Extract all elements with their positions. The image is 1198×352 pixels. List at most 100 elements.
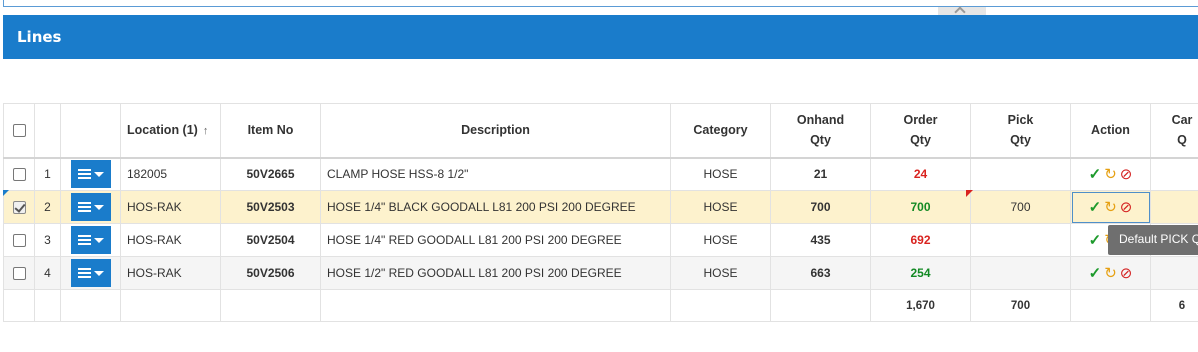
row-number-header bbox=[34, 103, 61, 159]
row-menu-button[interactable] bbox=[70, 226, 111, 254]
location-cell: 182005 bbox=[120, 157, 221, 191]
onhand-qty-cell: 21 bbox=[770, 157, 871, 191]
column-header-order-qty[interactable]: Order Qty bbox=[870, 103, 971, 159]
table-row[interactable]: 3 HOS-RAK 50V2504 HOSE 1/4" RED GOODALL … bbox=[3, 223, 1198, 257]
partial-cell bbox=[1150, 256, 1198, 290]
cancel-icon[interactable]: ⊘ bbox=[1120, 165, 1133, 183]
category-cell: HOSE bbox=[670, 190, 771, 224]
pick-qty-cell[interactable]: 700 bbox=[970, 190, 1071, 224]
row-menu-cell[interactable] bbox=[60, 190, 121, 224]
row-checkbox[interactable] bbox=[12, 168, 26, 182]
row-menu-button[interactable] bbox=[70, 259, 111, 287]
partial-header-line1: Car bbox=[1171, 113, 1193, 128]
check-icon[interactable]: ✓ bbox=[1089, 264, 1102, 282]
undo-icon[interactable]: ↻ bbox=[1104, 198, 1117, 216]
table-row[interactable]: 4 HOS-RAK 50V2506 HOSE 1/2" RED GOODALL … bbox=[3, 256, 1198, 290]
pick-header-line1: Pick bbox=[1007, 113, 1034, 128]
row-menu-button[interactable] bbox=[70, 193, 111, 221]
lines-panel-header: Lines bbox=[3, 15, 1198, 59]
action-cell: ✓↻⊘ bbox=[1070, 190, 1151, 224]
item-no-cell: 50V2665 bbox=[220, 157, 321, 191]
row-checkbox[interactable] bbox=[12, 201, 26, 215]
row-menu-button[interactable] bbox=[70, 160, 111, 189]
pick-header-line2: Qty bbox=[1010, 133, 1031, 148]
list-menu-icon bbox=[77, 267, 91, 279]
column-header-onhand-qty[interactable]: Onhand Qty bbox=[770, 103, 871, 159]
location-cell: HOS-RAK bbox=[120, 223, 221, 257]
location-cell: HOS-RAK bbox=[120, 256, 221, 290]
column-header-action[interactable]: Action bbox=[1070, 103, 1151, 159]
location-header-label: Location (1) bbox=[127, 122, 198, 137]
description-cell: HOSE 1/4" BLACK GOODALL L81 200 PSI 200 … bbox=[320, 190, 671, 224]
item-no-cell: 50V2503 bbox=[220, 190, 321, 224]
row-select-cell[interactable] bbox=[3, 223, 35, 257]
column-header-partial[interactable]: Car Q bbox=[1150, 103, 1198, 159]
cancel-icon[interactable]: ⊘ bbox=[1120, 198, 1133, 216]
partial-cell bbox=[1150, 190, 1198, 224]
table-row[interactable]: 1 182005 50V2665 CLAMP HOSE HSS-8 1/2" H… bbox=[3, 157, 1198, 191]
caret-down-icon bbox=[93, 237, 104, 243]
pick-qty-cell[interactable] bbox=[970, 223, 1071, 257]
lines-grid: Location (1) ↑ Item No Description Catego… bbox=[3, 103, 1198, 322]
check-icon[interactable]: ✓ bbox=[1089, 165, 1102, 183]
cancel-icon[interactable]: ⊘ bbox=[1120, 264, 1133, 282]
column-header-category[interactable]: Category bbox=[670, 103, 771, 159]
order-qty-cell: 700 bbox=[870, 190, 971, 224]
row-select-cell[interactable] bbox=[3, 157, 35, 191]
column-header-item-no[interactable]: Item No bbox=[220, 103, 321, 159]
order-header-line1: Order bbox=[903, 113, 938, 128]
list-menu-icon bbox=[77, 168, 91, 180]
description-cell: HOSE 1/4" RED GOODALL L81 200 PSI 200 DE… bbox=[320, 223, 671, 257]
onhand-header-line1: Onhand bbox=[796, 113, 845, 128]
table-row[interactable]: 2 HOS-RAK 50V2503 HOSE 1/4" BLACK GOODAL… bbox=[3, 190, 1198, 224]
column-header-pick-qty[interactable]: Pick Qty bbox=[970, 103, 1071, 159]
action-tooltip: Default PICK Q bbox=[1108, 225, 1198, 255]
onhand-qty-cell: 435 bbox=[770, 223, 871, 257]
order-qty-cell: 692 bbox=[870, 223, 971, 257]
category-cell: HOSE bbox=[670, 223, 771, 257]
select-all-checkbox[interactable] bbox=[12, 124, 26, 138]
description-cell: HOSE 1/2" RED GOODALL L81 200 PSI 200 DE… bbox=[320, 256, 671, 290]
column-header-location[interactable]: Location (1) ↑ bbox=[120, 103, 221, 159]
pick-qty-cell[interactable] bbox=[970, 256, 1071, 290]
collapse-toggle[interactable] bbox=[938, 6, 986, 18]
order-qty-cell: 24 bbox=[870, 157, 971, 191]
row-number: 2 bbox=[34, 190, 61, 224]
caret-down-icon bbox=[93, 270, 104, 276]
item-no-cell: 50V2506 bbox=[220, 256, 321, 290]
list-menu-icon bbox=[77, 234, 91, 246]
undo-icon[interactable]: ↻ bbox=[1104, 165, 1117, 183]
edited-cell-marker bbox=[966, 190, 973, 197]
column-header-description[interactable]: Description bbox=[320, 103, 671, 159]
description-cell: CLAMP HOSE HSS-8 1/2" bbox=[320, 157, 671, 191]
order-qty-cell: 254 bbox=[870, 256, 971, 290]
check-icon[interactable]: ✓ bbox=[1089, 198, 1102, 216]
row-checkbox[interactable] bbox=[12, 267, 26, 281]
caret-down-icon bbox=[93, 171, 104, 177]
list-menu-icon bbox=[77, 201, 91, 213]
order-header-line2: Qty bbox=[910, 133, 931, 148]
select-all-cell[interactable] bbox=[3, 103, 35, 159]
row-menu-cell[interactable] bbox=[60, 256, 121, 290]
check-icon[interactable]: ✓ bbox=[1089, 231, 1102, 249]
action-cell: ✓↻⊘ bbox=[1070, 157, 1151, 191]
row-menu-cell[interactable] bbox=[60, 223, 121, 257]
pick-qty-cell[interactable] bbox=[970, 157, 1071, 191]
partial-cell bbox=[1150, 157, 1198, 191]
arrow-up-icon: ↑ bbox=[202, 124, 209, 137]
onhand-qty-cell: 663 bbox=[770, 256, 871, 290]
row-checkbox[interactable] bbox=[12, 234, 26, 248]
selected-row-marker bbox=[3, 190, 9, 196]
row-number: 1 bbox=[34, 157, 61, 191]
row-number: 4 bbox=[34, 256, 61, 290]
row-menu-cell[interactable] bbox=[60, 157, 121, 191]
onhand-qty-cell: 700 bbox=[770, 190, 871, 224]
category-cell: HOSE bbox=[670, 256, 771, 290]
category-cell: HOSE bbox=[670, 157, 771, 191]
panel-title: Lines bbox=[17, 28, 62, 46]
undo-icon[interactable]: ↻ bbox=[1104, 264, 1117, 282]
partial-total: 6 bbox=[1150, 289, 1198, 322]
row-select-cell[interactable] bbox=[3, 256, 35, 290]
header-row: Location (1) ↑ Item No Description Catego… bbox=[3, 103, 1198, 159]
search-input[interactable] bbox=[3, 0, 1198, 7]
